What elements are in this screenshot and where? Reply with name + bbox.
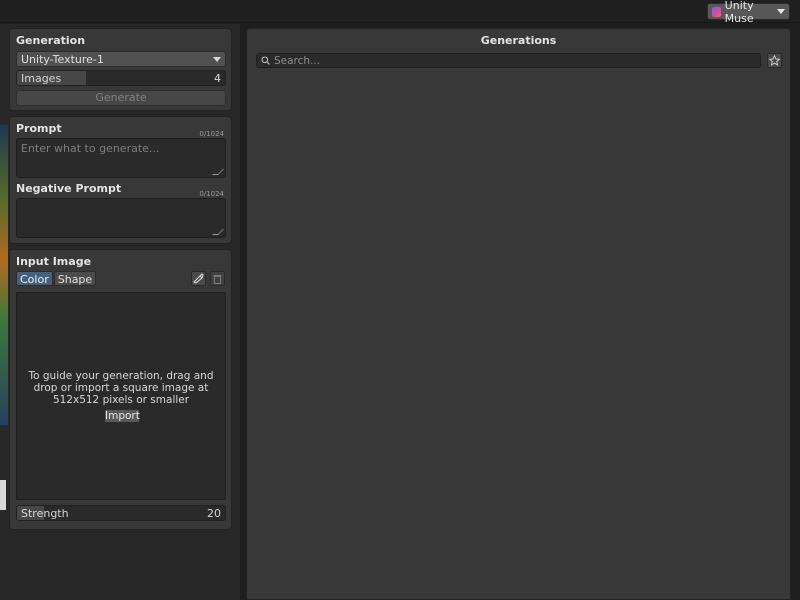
search-field[interactable] bbox=[256, 53, 761, 68]
images-label: Images bbox=[21, 72, 62, 85]
strength-label: Strength bbox=[21, 507, 69, 520]
generation-card: Generation Unity-Texture-1 Images 4 Gene… bbox=[9, 28, 232, 111]
resize-grip-icon[interactable] bbox=[212, 169, 224, 175]
search-icon bbox=[261, 56, 270, 65]
chevron-down-icon bbox=[213, 56, 221, 62]
prompt-textarea[interactable]: Enter what to generate... bbox=[16, 138, 226, 178]
background-artwork-strip bbox=[0, 125, 8, 425]
edit-image-button[interactable] bbox=[191, 271, 206, 286]
strength-value: 20 bbox=[207, 507, 221, 520]
import-button[interactable]: Import bbox=[104, 409, 140, 423]
negative-prompt-char-counter: 0/1024 bbox=[199, 190, 224, 198]
muse-logo-icon bbox=[712, 6, 721, 17]
search-input[interactable] bbox=[274, 54, 754, 67]
chevron-down-icon bbox=[777, 9, 785, 14]
image-drop-zone[interactable]: To guide your generation, drag and drop … bbox=[16, 292, 226, 500]
prompt-placeholder: Enter what to generate... bbox=[21, 142, 160, 155]
tab-color[interactable]: Color bbox=[16, 271, 53, 286]
input-image-card: Input Image Color Shape To guide your ge… bbox=[9, 249, 232, 530]
input-image-tabs: Color Shape bbox=[16, 271, 97, 286]
input-image-title: Input Image bbox=[16, 255, 92, 268]
unity-muse-account-dropdown[interactable]: Unity Muse bbox=[707, 0, 790, 25]
generation-title: Generation bbox=[16, 34, 86, 47]
strength-slider[interactable]: Strength 20 bbox=[16, 505, 226, 521]
tab-shape[interactable]: Shape bbox=[53, 271, 97, 286]
drop-zone-instructions: To guide your generation, drag and drop … bbox=[28, 370, 214, 406]
delete-image-button[interactable] bbox=[210, 271, 225, 286]
paint-brush-icon bbox=[193, 273, 204, 284]
prompt-card: Prompt 0/1024 Enter what to generate... … bbox=[9, 116, 232, 244]
generate-button[interactable]: Generate bbox=[16, 90, 226, 106]
generations-panel: Generations bbox=[246, 28, 791, 600]
prompt-char-counter: 0/1024 bbox=[199, 130, 224, 138]
star-icon bbox=[769, 55, 780, 66]
negative-prompt-textarea[interactable] bbox=[16, 198, 226, 238]
prompt-title: Prompt bbox=[16, 122, 62, 135]
images-slider[interactable]: Images 4 bbox=[16, 70, 226, 86]
resize-grip-icon[interactable] bbox=[212, 229, 224, 235]
favorites-filter-button[interactable] bbox=[767, 53, 782, 68]
generations-title: Generations bbox=[480, 34, 557, 47]
negative-prompt-title: Negative Prompt bbox=[16, 182, 122, 195]
account-label: Unity Muse bbox=[724, 0, 754, 25]
trash-icon bbox=[213, 274, 222, 284]
images-value: 4 bbox=[214, 72, 221, 85]
background-artwork-fragment bbox=[0, 480, 6, 510]
model-dropdown-value: Unity-Texture-1 bbox=[21, 52, 104, 66]
top-toolbar: Unity Muse bbox=[0, 0, 800, 25]
model-dropdown[interactable]: Unity-Texture-1 bbox=[16, 51, 226, 67]
